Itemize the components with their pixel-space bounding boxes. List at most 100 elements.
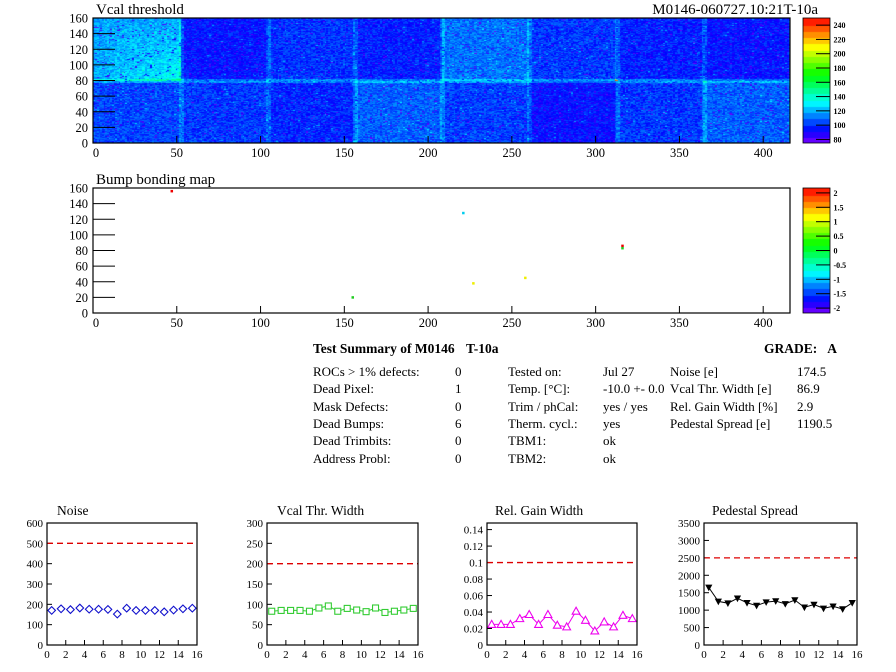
svg-text:600: 600 xyxy=(27,518,44,530)
svg-text:250: 250 xyxy=(247,538,264,550)
svg-text:150: 150 xyxy=(335,146,354,160)
svg-text:8: 8 xyxy=(778,649,784,661)
svg-text:400: 400 xyxy=(27,559,44,571)
svg-text:-2: -2 xyxy=(834,304,841,313)
svg-text:1: 1 xyxy=(834,218,838,227)
svg-text:350: 350 xyxy=(670,316,689,330)
vcal-map-axes: 0204060801001201401600 50 100 150 200 250 300 3… xyxy=(69,12,845,161)
summary-value: 174.5 xyxy=(797,364,827,379)
bump-defect-dot xyxy=(351,296,354,299)
svg-text:300: 300 xyxy=(586,316,605,330)
svg-text:140: 140 xyxy=(834,93,846,102)
vcal-map-title: Vcal threshold xyxy=(96,2,184,18)
plots-overlay: 0204060801001201401600 50 100 150 200 250 300 3… xyxy=(27,12,864,662)
svg-text:0.1: 0.1 xyxy=(469,558,483,570)
svg-text:500: 500 xyxy=(27,538,44,550)
svg-text:4: 4 xyxy=(522,649,528,661)
svg-text:0: 0 xyxy=(258,640,264,652)
svg-text:80: 80 xyxy=(76,74,89,88)
svg-text:3000: 3000 xyxy=(678,535,701,547)
bump-defect-dot xyxy=(462,211,465,215)
svg-text:50: 50 xyxy=(252,620,264,632)
svg-text:140: 140 xyxy=(69,27,88,41)
svg-text:14: 14 xyxy=(832,649,844,661)
svg-text:6: 6 xyxy=(101,649,107,661)
svg-text:-0.5: -0.5 xyxy=(834,261,847,270)
summary-label: Dead Bumps: xyxy=(313,415,385,431)
svg-text:6: 6 xyxy=(321,649,327,661)
svg-text:250: 250 xyxy=(502,146,521,160)
svg-text:300: 300 xyxy=(586,146,605,160)
summary-value: 0 xyxy=(455,433,462,449)
svg-text:0.14: 0.14 xyxy=(464,525,484,537)
svg-text:240: 240 xyxy=(834,21,846,30)
svg-text:200: 200 xyxy=(27,599,44,611)
svg-text:100: 100 xyxy=(69,58,88,72)
svg-text:100: 100 xyxy=(251,146,270,160)
summary-title-suffix: T-10a xyxy=(466,341,499,356)
summary-label: Address Probl: xyxy=(313,450,391,466)
svg-text:100: 100 xyxy=(27,620,44,632)
summary-value: 1190.5 xyxy=(797,415,833,431)
svg-text:0.5: 0.5 xyxy=(834,232,844,241)
module-id-title: M0146-060727.10:21T-10a xyxy=(652,2,818,18)
noise-chart: 0 100 200 300 400 500 600 0 2 4 6 8 10 12 14 16 xyxy=(27,518,204,661)
svg-text:16: 16 xyxy=(192,649,204,661)
svg-text:40: 40 xyxy=(76,275,89,289)
svg-text:12: 12 xyxy=(154,649,165,661)
svg-text:80: 80 xyxy=(76,244,89,258)
summary-label: Temp. [°C]: xyxy=(508,381,571,397)
svg-text:140: 140 xyxy=(69,197,88,211)
module-test-summary-page: 0 20 40 60 80 100 120 140 160 0 50 100 150 200 250 300 3… xyxy=(0,0,896,672)
svg-text:2000: 2000 xyxy=(678,570,701,582)
svg-text:0.06: 0.06 xyxy=(464,591,484,603)
summary-value: 2.9 xyxy=(797,398,814,414)
svg-text:0.04: 0.04 xyxy=(464,607,484,619)
gain-width-chart-title: Rel. Gain Width xyxy=(495,503,584,518)
svg-text:0: 0 xyxy=(701,649,707,661)
svg-text:8: 8 xyxy=(340,649,346,661)
bump-defect-dot xyxy=(472,282,475,285)
svg-text:14: 14 xyxy=(173,649,185,661)
bump-defect-dot xyxy=(170,189,174,193)
grade-value: A xyxy=(827,341,837,356)
svg-text:0.12: 0.12 xyxy=(464,541,483,553)
svg-text:200: 200 xyxy=(419,316,438,330)
svg-text:200: 200 xyxy=(834,50,846,59)
svg-text:180: 180 xyxy=(834,64,846,73)
svg-text:10: 10 xyxy=(575,649,587,661)
svg-text:0: 0 xyxy=(264,649,270,661)
summary-value: Jul 27 xyxy=(603,364,635,379)
bump-defect-dot xyxy=(621,246,624,250)
summary-label: Tested on: xyxy=(508,364,562,379)
summary-value: ok xyxy=(603,450,616,466)
svg-text:150: 150 xyxy=(247,579,264,591)
svg-text:4: 4 xyxy=(82,649,88,661)
svg-text:0: 0 xyxy=(484,649,490,661)
svg-text:300: 300 xyxy=(247,518,264,530)
svg-text:6: 6 xyxy=(541,649,547,661)
svg-text:3500: 3500 xyxy=(678,518,701,530)
svg-text:20: 20 xyxy=(76,291,89,305)
svg-text:100: 100 xyxy=(251,316,270,330)
svg-text:10: 10 xyxy=(135,649,147,661)
svg-text:100: 100 xyxy=(247,599,264,611)
svg-text:0.02: 0.02 xyxy=(464,624,483,636)
summary-label: TBM1: xyxy=(508,433,547,449)
svg-text:80: 80 xyxy=(834,135,842,144)
svg-text:0: 0 xyxy=(82,137,88,151)
svg-text:400: 400 xyxy=(754,316,773,330)
grade-label: GRADE: xyxy=(764,341,818,356)
svg-text:16: 16 xyxy=(632,649,644,661)
summary-label: Vcal Thr. Width [e] xyxy=(670,381,772,397)
svg-text:0: 0 xyxy=(93,146,99,160)
svg-text:14: 14 xyxy=(394,649,406,661)
summary-title: Test Summary of M0146 xyxy=(313,341,455,356)
svg-text:0: 0 xyxy=(834,247,838,256)
grade-badge: GRADE: A xyxy=(764,341,837,357)
svg-text:20: 20 xyxy=(76,121,89,135)
svg-text:14: 14 xyxy=(613,649,625,661)
svg-text:10: 10 xyxy=(794,649,806,661)
svg-text:-1.5: -1.5 xyxy=(834,290,847,299)
svg-text:0: 0 xyxy=(93,316,99,330)
